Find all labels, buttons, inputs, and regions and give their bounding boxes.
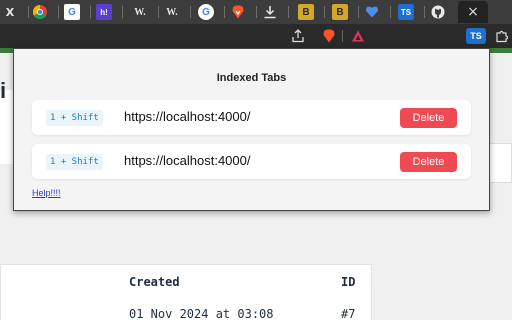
typescript-icon: TS <box>398 4 414 20</box>
brave-shields-button[interactable] <box>321 28 337 44</box>
tab-google-2[interactable]: G <box>198 2 225 22</box>
wikipedia-icon: W. <box>166 6 178 18</box>
x-icon: X <box>5 5 15 19</box>
indexed-tabs-popup: Indexed Tabs 1 + Shift https://localhost… <box>13 48 490 211</box>
close-tab-button[interactable]: × <box>458 1 488 23</box>
tab-b-2[interactable]: B <box>332 2 359 22</box>
shortcut-badge: 1 + Shift <box>46 154 103 170</box>
wikipedia-icon: W. <box>134 6 146 18</box>
download-icon <box>262 4 278 20</box>
typescript-icon: TS <box>470 31 482 41</box>
tab-url: https://localhost:4000/ <box>124 153 251 168</box>
github-icon <box>430 4 446 20</box>
chrome-icon <box>32 4 48 20</box>
browser-tab-strip: X G h! W. W. G B B TS × <box>0 0 512 24</box>
cell-id: #7 <box>341 307 356 320</box>
brave-rewards-button[interactable] <box>350 28 366 44</box>
tab-x[interactable]: X <box>2 2 29 22</box>
tab-hashnode[interactable]: h! <box>96 2 123 22</box>
column-header-id[interactable]: ID <box>341 275 355 289</box>
google-icon: G <box>64 4 80 20</box>
tab-github[interactable] <box>430 2 456 22</box>
tab-wikipedia-2[interactable]: W. <box>164 2 191 22</box>
column-header-created[interactable]: Created <box>129 275 180 289</box>
tab-url: https://localhost:4000/ <box>124 109 251 124</box>
cell-created: 01 Nov 2024 at 03:08 <box>129 307 274 320</box>
brave-icon <box>230 4 246 20</box>
rewards-triangle-icon <box>352 30 364 42</box>
tab-brave[interactable] <box>230 2 257 22</box>
heart-icon <box>364 4 380 20</box>
delete-button[interactable]: Delete <box>400 108 457 128</box>
browser-toolbar: TS <box>0 24 512 48</box>
shortcut-badge: 1 + Shift <box>46 110 103 126</box>
tab-chrome[interactable] <box>32 2 59 22</box>
delete-button[interactable]: Delete <box>400 152 457 172</box>
indexed-tab-entry: 1 + Shift https://localhost:4000/ Delete <box>32 144 471 179</box>
popup-title: Indexed Tabs <box>216 72 287 84</box>
extensions-button[interactable] <box>494 28 510 44</box>
tab-b-1[interactable]: B <box>298 2 325 22</box>
page-heading-fragment: i <box>0 78 7 103</box>
brave-icon <box>323 29 335 43</box>
indexed-tab-entry: 1 + Shift https://localhost:4000/ Delete <box>32 100 471 135</box>
bookmark-b-icon: B <box>332 4 348 20</box>
tasks-table: Created ID 01 Nov 2024 at 03:08 #7 <box>0 264 372 320</box>
close-icon: × <box>467 4 479 20</box>
share-icon <box>292 29 304 43</box>
tab-download[interactable] <box>262 2 289 22</box>
share-button[interactable] <box>290 28 306 44</box>
google-icon: G <box>198 4 214 20</box>
hashnode-icon: h! <box>96 4 112 20</box>
page-side-card <box>488 143 512 183</box>
indexed-tabs-extension-button[interactable]: TS <box>466 28 486 44</box>
tab-heart[interactable] <box>364 2 391 22</box>
tab-wikipedia-1[interactable]: W. <box>132 2 159 22</box>
puzzle-icon <box>496 30 509 43</box>
bookmark-b-icon: B <box>298 4 314 20</box>
tab-typescript[interactable]: TS <box>398 2 425 22</box>
help-link[interactable]: Help!!!! <box>32 188 61 198</box>
tab-google[interactable]: G <box>64 2 91 22</box>
